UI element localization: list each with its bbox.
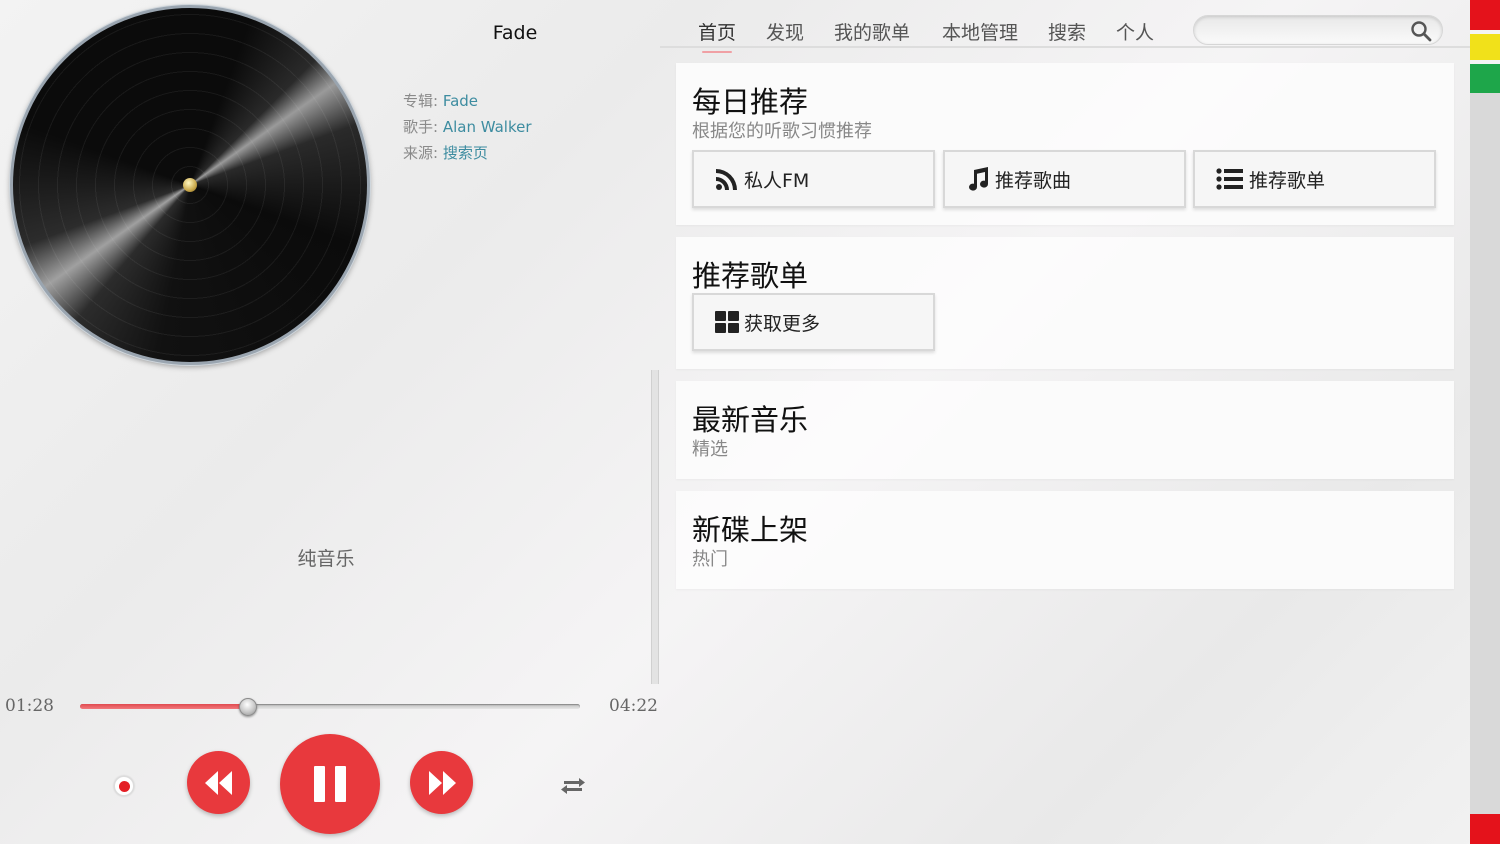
music-note-icon	[965, 166, 991, 192]
record-dot-icon	[118, 780, 130, 792]
rewind-icon	[204, 770, 232, 795]
pause-icon	[314, 766, 346, 802]
daily-recommend-card: 每日推荐 根据您的听歌习惯推荐 私人FM 推荐歌曲 推荐歌单	[676, 63, 1454, 225]
tile-label: 获取更多	[744, 312, 821, 335]
player-panel: Fade 专辑: Fade 歌手: Alan Walker 来源: 搜索页 纯音…	[0, 0, 660, 844]
source-label: 来源:	[403, 144, 443, 162]
source-link[interactable]: 搜索页	[443, 144, 488, 162]
strip-yellow-segment[interactable]	[1470, 34, 1500, 60]
recommended-playlists-button[interactable]: 推荐歌单	[1193, 150, 1436, 208]
get-more-button[interactable]: 获取更多	[692, 293, 935, 351]
nav-local-manage[interactable]: 本地管理	[942, 18, 1018, 45]
new-music-card[interactable]: 最新音乐 精选	[676, 381, 1454, 479]
record-button[interactable]	[114, 776, 134, 796]
nav-profile[interactable]: 个人	[1116, 18, 1154, 45]
nav-home[interactable]: 首页	[698, 18, 736, 53]
search-icon[interactable]	[1410, 20, 1432, 42]
source-info: 来源: 搜索页	[403, 142, 488, 163]
progress-fill	[80, 704, 248, 709]
lyric-text: 纯音乐	[297, 548, 355, 570]
total-time: 04:22	[609, 696, 658, 716]
fast-forward-icon	[428, 770, 456, 795]
card-title: 推荐歌单	[692, 259, 809, 293]
search-input[interactable]	[1206, 20, 1401, 40]
private-fm-button[interactable]: 私人FM	[692, 150, 935, 208]
album-link[interactable]: Fade	[443, 92, 478, 110]
recommended-playlists-card: 推荐歌单 获取更多	[676, 237, 1454, 369]
search-box[interactable]	[1193, 15, 1443, 45]
album-info: 专辑: Fade	[403, 90, 478, 111]
card-subtitle: 热门	[692, 549, 728, 570]
previous-track-button[interactable]	[187, 751, 250, 814]
new-albums-card[interactable]: 新碟上架 热门	[676, 491, 1454, 589]
progress-slider[interactable]	[80, 698, 580, 716]
recommended-songs-button[interactable]: 推荐歌曲	[943, 150, 1186, 208]
strip-red-segment[interactable]	[1470, 0, 1500, 30]
card-subtitle: 根据您的听歌习惯推荐	[692, 121, 872, 142]
card-subtitle: 精选	[692, 439, 728, 460]
artist-label: 歌手:	[403, 118, 443, 136]
tile-label: 推荐歌曲	[995, 169, 1072, 192]
vinyl-center	[183, 178, 197, 192]
artist-info: 歌手: Alan Walker	[403, 116, 532, 137]
nav-discover[interactable]: 发现	[766, 18, 804, 45]
progress-thumb[interactable]	[239, 698, 257, 716]
album-label: 专辑:	[403, 92, 443, 110]
side-color-strip	[1470, 0, 1500, 844]
repeat-icon	[561, 778, 585, 794]
strip-red-bottom-segment[interactable]	[1470, 814, 1500, 844]
tile-label: 推荐歌单	[1249, 169, 1326, 192]
song-title: Fade	[492, 22, 538, 44]
nav-search[interactable]: 搜索	[1048, 18, 1086, 45]
lyric-scrollbar[interactable]	[651, 370, 659, 684]
nav-divider	[660, 46, 1470, 48]
nav-my-playlists[interactable]: 我的歌单	[834, 18, 910, 45]
tile-label: 私人FM	[744, 169, 810, 192]
next-track-button[interactable]	[410, 751, 473, 814]
repeat-button[interactable]	[556, 771, 590, 801]
strip-green-segment[interactable]	[1470, 64, 1500, 93]
rss-icon	[714, 166, 740, 192]
vinyl-record	[10, 5, 370, 365]
pause-button[interactable]	[280, 734, 380, 834]
list-icon	[1215, 166, 1245, 192]
grid-icon	[714, 309, 740, 335]
artist-link[interactable]: Alan Walker	[443, 118, 532, 136]
card-title: 新碟上架	[692, 513, 809, 547]
card-title: 最新音乐	[692, 403, 809, 437]
card-title: 每日推荐	[692, 85, 809, 119]
current-time: 01:28	[5, 696, 54, 716]
